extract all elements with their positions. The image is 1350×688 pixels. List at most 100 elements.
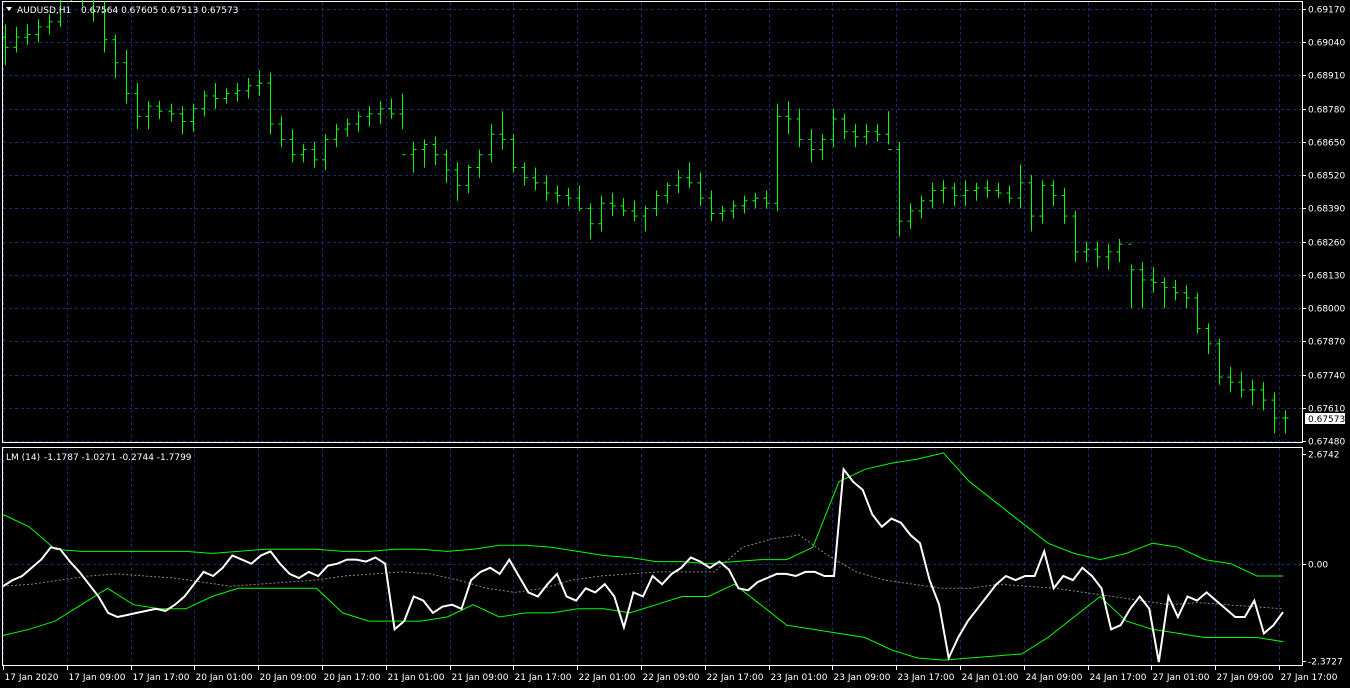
time-tick-label: 21 Jan 09:00 (452, 673, 509, 683)
price-bar (179, 106, 186, 135)
price-bar (532, 167, 539, 191)
price-bar (675, 170, 682, 194)
price-bar (962, 180, 969, 206)
price-bar (454, 162, 461, 201)
time-tick-label: 20 Jan 09:00 (260, 673, 317, 683)
price-bar (46, 14, 53, 35)
price-bar (421, 139, 428, 168)
price-bar (543, 175, 550, 201)
price-bar (289, 129, 296, 163)
price-bar (212, 83, 219, 109)
price-bar (35, 19, 42, 43)
price-bar (1183, 285, 1190, 309)
price-bar (1161, 277, 1168, 309)
price-bar (1271, 392, 1278, 434)
price-bar (1260, 382, 1267, 411)
price-bar (973, 182, 980, 201)
price-tick-label: 0.68910 (1308, 72, 1345, 82)
main-panel-frame[interactable] (2, 1, 1303, 443)
price-bar (521, 162, 528, 186)
price-bar (1061, 187, 1068, 224)
price-tick-label: 0.68390 (1308, 205, 1345, 215)
price-bar (300, 144, 307, 163)
price-bar (256, 70, 263, 96)
price-bar (1050, 180, 1057, 206)
price-bar (410, 141, 417, 173)
price-bar (918, 195, 925, 219)
chart-window[interactable]: AUDUSD,H1 0.67564 0.67605 0.67513 0.6757… (0, 0, 1350, 688)
price-tick-label: 0.68130 (1308, 272, 1345, 282)
price-bar (1094, 241, 1101, 268)
price-bar (631, 200, 638, 222)
time-tick-label: 27 Jan 17:00 (1281, 673, 1338, 683)
price-bar (774, 103, 781, 211)
price-tick-label: 0.68000 (1308, 305, 1345, 315)
time-tick-label: 21 Jan 17:00 (515, 673, 572, 683)
price-bar (885, 111, 892, 151)
price-bar (123, 49, 130, 104)
price-bar (112, 34, 119, 79)
price-bar (554, 185, 561, 204)
price-bar (311, 141, 318, 168)
price-bar (598, 195, 605, 232)
time-tick-label: 24 Jan 09:00 (1026, 673, 1083, 683)
price-bar (697, 172, 704, 206)
price-bar (377, 101, 384, 125)
indicator-panel-frame[interactable] (2, 447, 1303, 666)
time-tick-label: 21 Jan 01:00 (388, 673, 445, 683)
price-bar (565, 187, 572, 206)
price-tick-label: 0.68650 (1308, 139, 1345, 149)
time-tick-label: 20 Jan 17:00 (324, 673, 381, 683)
price-bar (168, 103, 175, 122)
price-bar (13, 26, 20, 53)
price-bar (355, 111, 362, 132)
price-bar (653, 190, 660, 217)
price-bar (620, 198, 627, 217)
time-tick-label: 17 Jan 2020 (5, 673, 59, 683)
price-bar (741, 195, 748, 214)
main-grid (3, 2, 1302, 442)
current-price-tag-text: 0.67573 (1308, 415, 1345, 425)
price-bar (1139, 262, 1146, 309)
price-bar (223, 88, 230, 104)
price-tick-label: 0.69170 (1308, 6, 1345, 16)
price-bar (664, 182, 671, 204)
price-bar (929, 182, 936, 209)
price-bar (322, 134, 329, 171)
price-bar (267, 72, 274, 135)
price-bar (863, 124, 870, 145)
price-bar (399, 93, 406, 156)
price-bar (841, 113, 848, 140)
price-tick-label: 0.68260 (1308, 239, 1345, 249)
price-bars (2, 0, 1289, 434)
time-tick-label: 24 Jan 17:00 (1090, 673, 1147, 683)
price-bar (245, 78, 252, 99)
price-bar (134, 83, 141, 130)
price-tick-label: 0.67480 (1308, 438, 1345, 448)
price-bar (1227, 366, 1234, 393)
price-bar (830, 108, 837, 148)
time-tick-label: 27 Jan 09:00 (1217, 673, 1274, 683)
price-bar (808, 129, 815, 163)
price-bar (465, 164, 472, 194)
price-bar (333, 124, 340, 148)
time-tick-label: 22 Jan 01:00 (579, 673, 636, 683)
price-bar (708, 190, 715, 222)
indicator-tick-label: 2.6742 (1308, 451, 1340, 461)
time-tick-label: 20 Jan 01:00 (196, 673, 253, 683)
price-bar (763, 190, 770, 209)
price-bar (984, 180, 991, 199)
price-bar (1105, 244, 1112, 270)
price-bar (1249, 379, 1256, 406)
indicator-axis: 2.6742 0.00 -2.3727 (1302, 451, 1343, 668)
price-bar (234, 83, 241, 102)
price-bar (752, 193, 759, 209)
time-tick-label: 23 Jan 09:00 (834, 673, 891, 683)
price-bar (1006, 185, 1013, 204)
price-bar (1039, 180, 1046, 224)
price-bar (201, 90, 208, 117)
price-bar (819, 134, 826, 160)
price-bar (785, 101, 792, 135)
price-tick-label: 0.67870 (1308, 338, 1345, 348)
price-bar (432, 136, 439, 165)
